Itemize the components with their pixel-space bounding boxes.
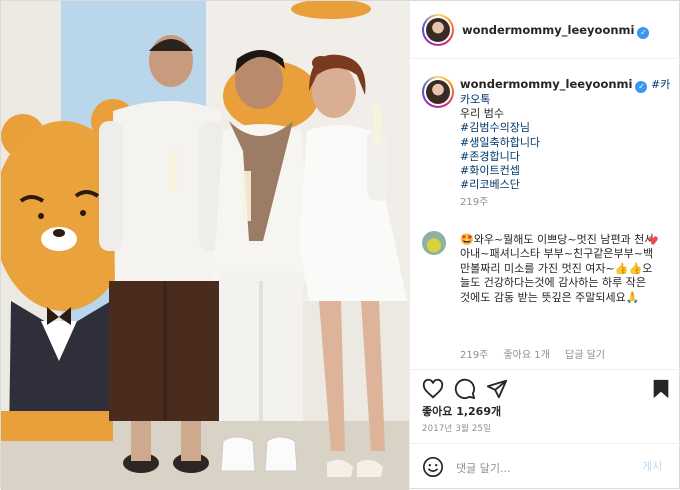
reply-button[interactable]: 답글 달기	[565, 350, 605, 361]
hashtag-link[interactable]: #생일축하합니다	[460, 136, 540, 149]
commenter-avatar[interactable]	[422, 231, 446, 255]
photo-illustration: O FRI	[1, 1, 409, 490]
comment-like-heart-icon[interactable]: ♥	[648, 235, 660, 247]
caption-timestamp[interactable]: 219주	[460, 193, 488, 208]
comment-meta: 219주 좋아요 1개 답글 달기	[460, 346, 617, 361]
caption-username[interactable]: wondermommy_leeyoonmi	[460, 77, 632, 91]
comment-timestamp[interactable]: 219주	[460, 350, 488, 361]
comment-input[interactable]	[456, 458, 626, 478]
hashtag-link[interactable]: #김범수의장님	[460, 121, 530, 134]
header-username[interactable]: wondermommy_leeyoonmi ✓	[462, 23, 650, 39]
post-caption: wondermommy_leeyoonmi ✓ #카카오톡 우리 범수 #김범수의…	[460, 77, 674, 192]
verified-check-icon: ✓	[637, 27, 650, 39]
avatar[interactable]	[422, 14, 454, 46]
header-username-text[interactable]: wondermommy_leeyoonmi	[462, 23, 634, 37]
instagram-post: O FRI	[0, 0, 680, 490]
caption-text: 우리 범수	[460, 107, 504, 121]
hashtag-link[interactable]: #존경합니다	[460, 150, 520, 163]
post-side-panel: wondermommy_leeyoonmi ✓ wondermommy_leeyo…	[409, 1, 680, 490]
post-photo[interactable]: O FRI	[1, 1, 409, 490]
bookmark-icon[interactable]	[650, 378, 672, 400]
post-header: wondermommy_leeyoonmi ✓	[410, 1, 680, 59]
comment-icon[interactable]	[454, 378, 476, 400]
verified-check-icon: ✓	[635, 81, 648, 93]
post-date[interactable]: 2017년 3월 25일	[422, 422, 491, 434]
likes-count[interactable]: 좋아요 1,269개	[422, 403, 501, 419]
add-comment-bar: 게시	[410, 443, 680, 490]
action-bar	[410, 369, 680, 403]
heart-icon[interactable]	[422, 378, 444, 400]
comment-likes-count[interactable]: 좋아요 1개	[503, 350, 549, 361]
post-comment-button[interactable]: 게시	[642, 458, 662, 474]
comment-text: 🤩와우~뭘해도 이쁘당~멋진 남편과 천사아내~패셔니스타 부부~친구같은부부~…	[460, 233, 655, 304]
caption-avatar[interactable]	[422, 76, 454, 108]
emoji-smile-icon[interactable]	[422, 456, 444, 478]
hashtag-link[interactable]: #화이트컨셉	[460, 164, 520, 177]
share-icon[interactable]	[486, 378, 508, 400]
hashtag-link[interactable]: #리코베스단	[460, 178, 520, 191]
